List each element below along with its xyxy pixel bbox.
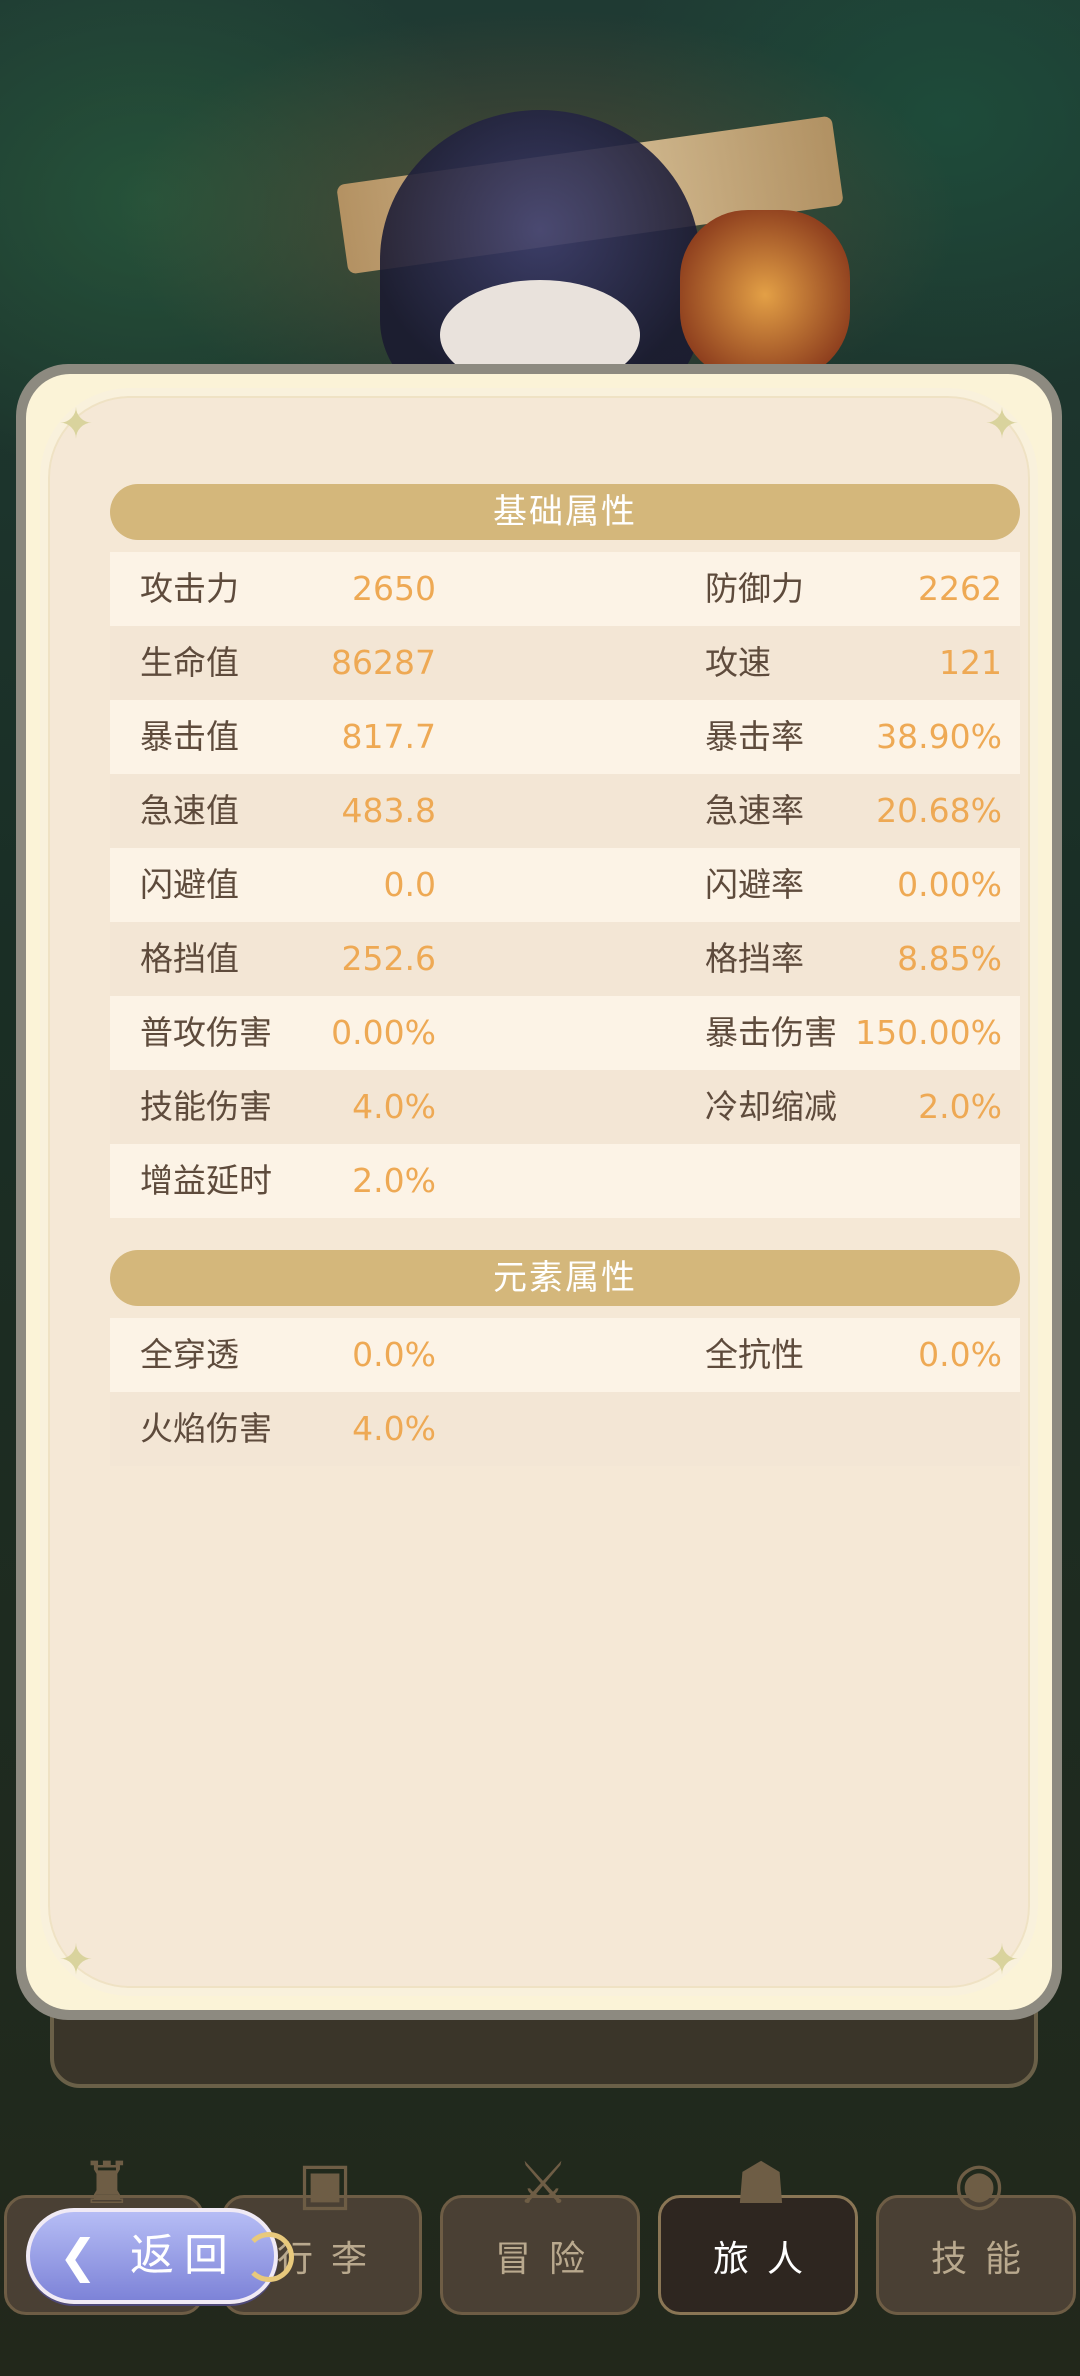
attribute-label: 防御力 <box>705 569 804 608</box>
tab-skills[interactable]: ◉ 技能 <box>876 2149 1076 2315</box>
attribute-value: 0.00% <box>897 865 1002 904</box>
attribute-value: 252.6 <box>341 939 436 978</box>
attribute-label: 闪避值 <box>140 865 239 904</box>
corner-ornament-icon: ✦ <box>984 399 1020 448</box>
attribute-label: 攻速 <box>705 643 771 682</box>
crossed-swords-icon: ⚔ <box>517 2149 569 2217</box>
attribute-value: 150.00% <box>855 1013 1002 1052</box>
corner-ornament-icon: ✦ <box>58 1935 94 1984</box>
attribute-label: 暴击伤害 <box>705 1013 837 1052</box>
attribute-label: 急速率 <box>705 791 804 830</box>
attribute-value: 0.0% <box>352 1335 436 1374</box>
attribute-value: 2.0% <box>918 1087 1002 1126</box>
attribute-label: 技能伤害 <box>140 1087 272 1126</box>
back-button[interactable]: ❮ 返回 <box>26 2208 294 2304</box>
element-attributes-header: 元素属性 <box>110 1250 1020 1306</box>
attribute-label: 攻击力 <box>140 569 239 608</box>
attribute-value: 4.0% <box>352 1087 436 1126</box>
attribute-label: 冷却缩减 <box>705 1087 837 1126</box>
attribute-row: 格挡值 252.6 格挡率 8.85% <box>110 922 1020 996</box>
corner-ornament-icon: ✦ <box>984 1935 1020 1984</box>
curl-ornament-icon <box>244 2232 294 2282</box>
attributes-panel-inner: ✦ ✦ ✦ ✦ 基础属性 攻击力 2650 防御力 2262 生命值 86287 攻速 121… <box>26 374 1052 2010</box>
attribute-row: 生命值 86287 攻速 121 <box>110 626 1020 700</box>
attribute-value: 4.0% <box>352 1409 436 1448</box>
attribute-value: 86287 <box>331 643 436 682</box>
attribute-row: 闪避值 0.0 闪避率 0.00% <box>110 848 1020 922</box>
attribute-row: 技能伤害 4.0% 冷却缩减 2.0% <box>110 1070 1020 1144</box>
fox-character-sprite <box>680 210 850 380</box>
attribute-value: 121 <box>939 643 1002 682</box>
attribute-value: 20.68% <box>876 791 1002 830</box>
attribute-row: 普攻伤害 0.00% 暴击伤害 150.00% <box>110 996 1020 1070</box>
attribute-label: 格挡值 <box>140 939 239 978</box>
tab-label: 冒险 <box>494 2239 603 2280</box>
attribute-label: 暴击值 <box>140 717 239 756</box>
attribute-value: 483.8 <box>341 791 436 830</box>
attribute-value: 8.85% <box>897 939 1002 978</box>
attribute-label: 全抗性 <box>705 1335 804 1374</box>
attribute-value: 2.0% <box>352 1161 436 1200</box>
back-arrow-icon: ❮ <box>58 2229 98 2283</box>
attribute-value: 38.90% <box>876 717 1002 756</box>
attribute-label: 急速值 <box>140 791 239 830</box>
element-attributes-list: 全穿透 0.0% 全抗性 0.0% 火焰伤害 4.0% <box>110 1318 1020 1466</box>
chest-icon: ▣ <box>297 2149 353 2217</box>
base-attributes-list: 攻击力 2650 防御力 2262 生命值 86287 攻速 121 暴击值 817.7 暴击率 38… <box>110 552 1020 1218</box>
attribute-value: 2650 <box>352 569 436 608</box>
attributes-panel: ✦ ✦ ✦ ✦ 基础属性 攻击力 2650 防御力 2262 生命值 86287 攻速 121… <box>16 364 1062 2020</box>
attribute-label: 全穿透 <box>140 1335 239 1374</box>
attributes-panel-content: ✦ ✦ ✦ ✦ 基础属性 攻击力 2650 防御力 2262 生命值 86287 攻速 121… <box>40 388 1038 1996</box>
corner-ornament-icon: ✦ <box>58 399 94 448</box>
attribute-value: 2262 <box>918 569 1002 608</box>
attribute-value: 0.0% <box>918 1335 1002 1374</box>
attribute-value: 817.7 <box>341 717 436 756</box>
base-attributes-header: 基础属性 <box>110 484 1020 540</box>
attribute-value: 0.00% <box>331 1013 436 1052</box>
attribute-label: 增益延时 <box>140 1161 272 1200</box>
attribute-row: 火焰伤害 4.0% <box>110 1392 1020 1466</box>
attribute-row: 全穿透 0.0% 全抗性 0.0% <box>110 1318 1020 1392</box>
tab-traveler[interactable]: ☗ 旅人 <box>658 2149 858 2315</box>
hooded-figure-icon: ☗ <box>735 2149 787 2217</box>
attribute-row: 增益延时 2.0% <box>110 1144 1020 1218</box>
attribute-value: 0.0 <box>383 865 436 904</box>
eye-emblem-icon: ◉ <box>953 2149 1005 2217</box>
attribute-label: 普攻伤害 <box>140 1013 272 1052</box>
attribute-label: 火焰伤害 <box>140 1409 272 1448</box>
tab-label: 旅人 <box>712 2239 821 2280</box>
attribute-label: 格挡率 <box>705 939 804 978</box>
attribute-row: 急速值 483.8 急速率 20.68% <box>110 774 1020 848</box>
tab-adventure[interactable]: ⚔ 冒险 <box>440 2149 640 2315</box>
attribute-row: 攻击力 2650 防御力 2262 <box>110 552 1020 626</box>
attribute-label: 生命值 <box>140 643 239 682</box>
attribute-label: 闪避率 <box>705 865 804 904</box>
tab-label: 技能 <box>930 2239 1039 2280</box>
attribute-row: 暴击值 817.7 暴击率 38.90% <box>110 700 1020 774</box>
back-button-label: 返回 <box>130 2230 238 2281</box>
attribute-label: 暴击率 <box>705 717 804 756</box>
